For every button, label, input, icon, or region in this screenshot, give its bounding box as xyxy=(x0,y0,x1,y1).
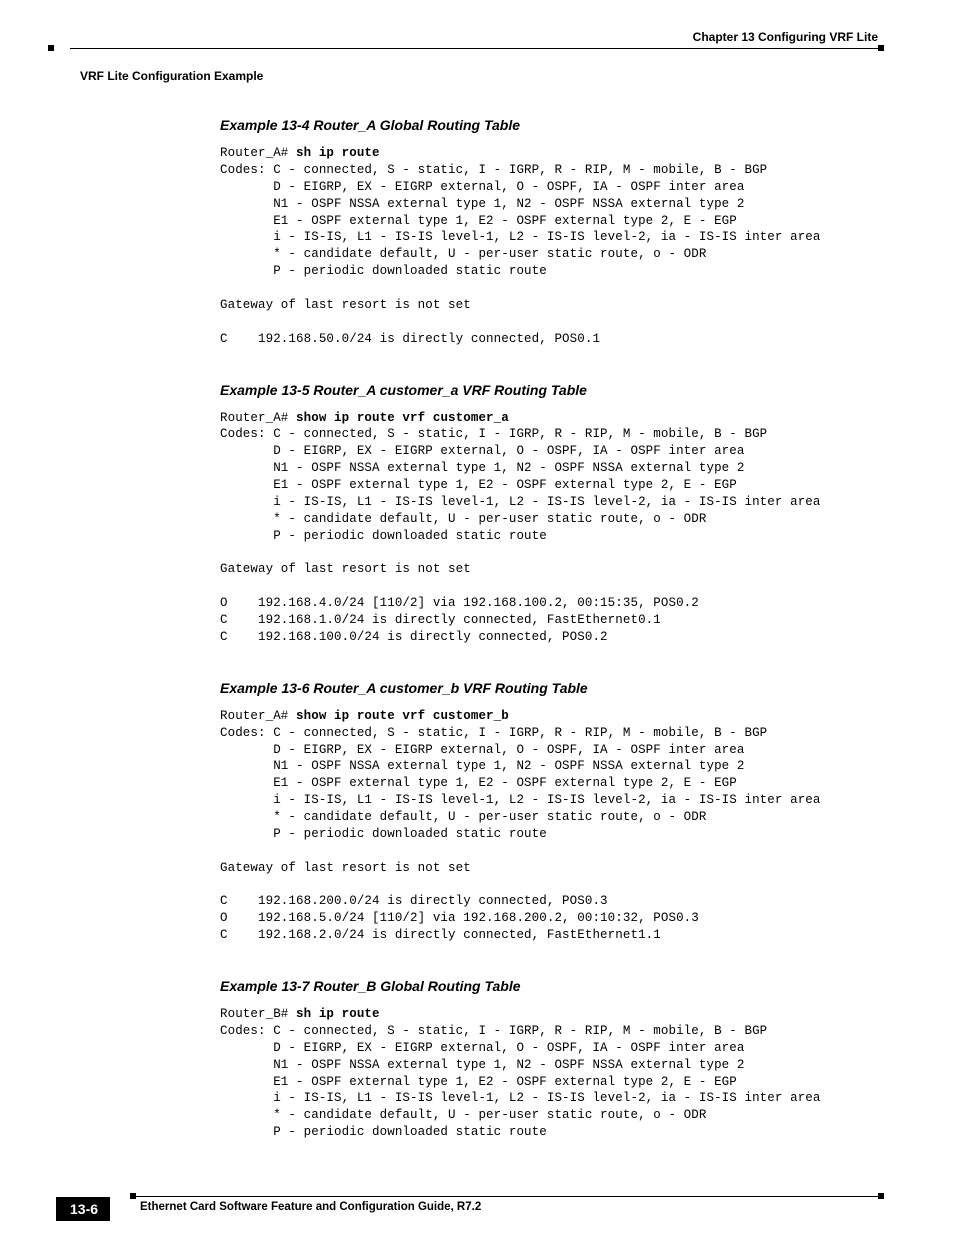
cli-prompt: Router_A# xyxy=(220,411,296,425)
example-13-5-title: Example 13-5 Router_A customer_a VRF Rou… xyxy=(220,382,874,398)
page-footer: Ethernet Card Software Feature and Confi… xyxy=(70,1196,884,1213)
cli-output: Codes: C - connected, S - static, I - IG… xyxy=(220,427,821,644)
cli-prompt: Router_A# xyxy=(220,709,296,723)
page-number-badge: 13-6 xyxy=(56,1197,110,1221)
rule-start-marker-icon xyxy=(130,1193,136,1199)
section-header: VRF Lite Configuration Example xyxy=(80,69,884,83)
cli-output: Codes: C - connected, S - static, I - IG… xyxy=(220,163,821,346)
rule-end-marker-icon xyxy=(878,1193,884,1199)
rule-end-marker-icon xyxy=(878,45,884,51)
example-13-5-code: Router_A# show ip route vrf customer_a C… xyxy=(220,410,874,646)
example-13-6-title: Example 13-6 Router_A customer_b VRF Rou… xyxy=(220,680,874,696)
cli-output: Codes: C - connected, S - static, I - IG… xyxy=(220,726,821,943)
cli-command: show ip route vrf customer_b xyxy=(296,709,509,723)
header-rule xyxy=(70,48,884,49)
main-content: Example 13-4 Router_A Global Routing Tab… xyxy=(220,117,874,1141)
chapter-header: Chapter 13 Configuring VRF Lite xyxy=(70,30,884,44)
rule-start-marker-icon xyxy=(48,45,54,51)
cli-output: Codes: C - connected, S - static, I - IG… xyxy=(220,1024,821,1139)
cli-command: sh ip route xyxy=(296,146,380,160)
cli-prompt: Router_B# xyxy=(220,1007,296,1021)
cli-prompt: Router_A# xyxy=(220,146,296,160)
cli-command: show ip route vrf customer_a xyxy=(296,411,509,425)
example-13-7-code: Router_B# sh ip route Codes: C - connect… xyxy=(220,1006,874,1141)
footer-guide-title: Ethernet Card Software Feature and Confi… xyxy=(140,1201,884,1213)
cli-command: sh ip route xyxy=(296,1007,380,1021)
example-13-4-title: Example 13-4 Router_A Global Routing Tab… xyxy=(220,117,874,133)
document-page: Chapter 13 Configuring VRF Lite VRF Lite… xyxy=(0,0,954,1235)
example-13-4-code: Router_A# sh ip route Codes: C - connect… xyxy=(220,145,874,348)
footer-rule xyxy=(70,1196,884,1197)
example-13-7-title: Example 13-7 Router_B Global Routing Tab… xyxy=(220,978,874,994)
example-13-6-code: Router_A# show ip route vrf customer_b C… xyxy=(220,708,874,944)
